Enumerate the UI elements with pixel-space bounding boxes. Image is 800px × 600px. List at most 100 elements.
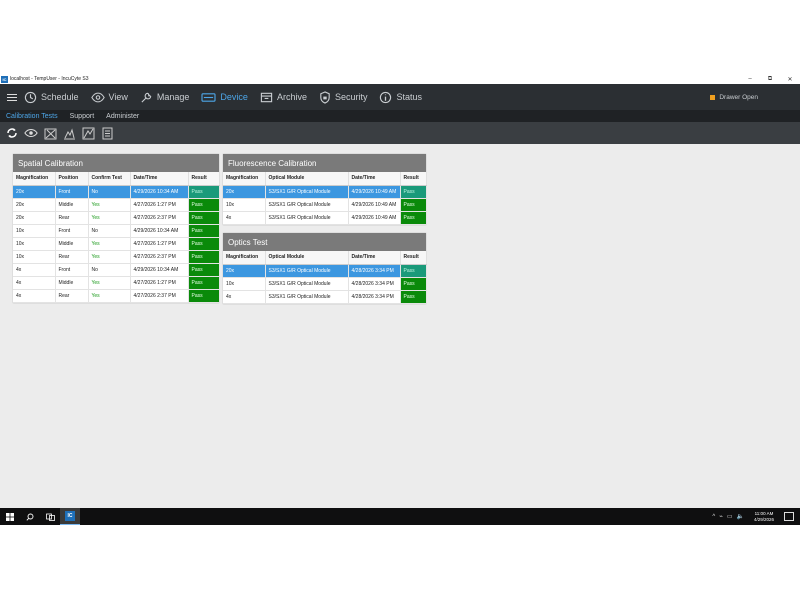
- table-cell: S3/SX1 G/R Optical Module: [265, 264, 349, 278]
- refresh-icon[interactable]: [4, 125, 20, 141]
- nav-schedule-label: Schedule: [41, 92, 79, 102]
- fluorescence-calibration-icon[interactable]: [61, 125, 77, 141]
- table-cell: Yes: [88, 276, 131, 290]
- clock[interactable]: 11:00 AM 4/29/2026: [754, 508, 774, 525]
- clock-date: 4/29/2026: [753, 516, 774, 522]
- fluorescence-calibration-title: Fluorescence Calibration: [223, 154, 426, 172]
- table-row[interactable]: 10x Front No 4/29/2026 10:34 AM Pass: [13, 224, 220, 238]
- table-cell: 4/27/2026 2:37 PM: [130, 250, 189, 264]
- tray-overflow-icon[interactable]: ^: [712, 514, 715, 520]
- result-cell: Pass: [188, 185, 220, 199]
- table-row[interactable]: 4x Front No 4/29/2026 10:34 AM Pass: [13, 263, 220, 277]
- drawer-status-indicator: [710, 94, 716, 100]
- minimize-button[interactable]: –: [740, 74, 760, 84]
- nav-archive[interactable]: Archive: [260, 84, 307, 110]
- column-header[interactable]: Optical Module: [265, 172, 349, 186]
- nav-security[interactable]: Security: [319, 84, 367, 110]
- table-cell: Yes: [88, 289, 131, 303]
- nav-manage[interactable]: Manage: [140, 84, 190, 110]
- nav-schedule[interactable]: Schedule: [24, 84, 79, 110]
- clock-icon: [24, 91, 37, 103]
- subnav-calibration-tests[interactable]: Calibration Tests: [6, 113, 58, 120]
- column-header[interactable]: Result: [400, 172, 427, 186]
- display-icon[interactable]: ▭: [727, 513, 733, 520]
- table-row[interactable]: 20x S3/SX1 G/R Optical Module 4/29/2026 10…: [223, 185, 427, 199]
- optics-test-title: Optics Test: [223, 233, 426, 251]
- fluorescence-calibration-panel: Fluorescence Calibration Magnification Op…: [223, 154, 427, 225]
- result-cell: Pass: [188, 289, 220, 303]
- table-cell: 4/29/2026 10:49 AM: [348, 185, 401, 199]
- table-cell: 4/27/2026 2:37 PM: [130, 211, 189, 225]
- table-row[interactable]: 10x Rear Yes 4/27/2026 2:37 PM Pass: [13, 250, 220, 264]
- table-row[interactable]: 4x S3/SX1 G/R Optical Module 4/29/2026 10:…: [223, 211, 427, 225]
- nav-manage-label: Manage: [156, 92, 190, 102]
- column-header[interactable]: Date/Time: [348, 251, 401, 265]
- table-row[interactable]: 4x S3/SX1 G/R Optical Module 4/28/2026 3:3…: [223, 290, 427, 304]
- table-cell: S3/SX1 G/R Optical Module: [265, 198, 349, 212]
- nav-view-label: View: [108, 92, 128, 102]
- restore-button[interactable]: ⧉: [760, 74, 780, 84]
- column-header[interactable]: Date/Time: [348, 172, 401, 186]
- table-row[interactable]: 10x S3/SX1 G/R Optical Module 4/28/2026 3:…: [223, 277, 427, 291]
- report-icon[interactable]: [99, 125, 115, 141]
- table-row[interactable]: 20x Middle Yes 4/27/2026 1:27 PM Pass: [13, 198, 220, 212]
- nav-device[interactable]: Device: [201, 84, 248, 110]
- search-icon[interactable]: [20, 508, 40, 525]
- column-header[interactable]: Result: [188, 172, 220, 186]
- volume-icon[interactable]: 🔈: [737, 513, 744, 520]
- table-cell: 4x: [223, 211, 266, 225]
- task-view-icon[interactable]: [40, 508, 60, 525]
- table-cell: Rear: [55, 289, 89, 303]
- column-header[interactable]: Position: [55, 172, 89, 186]
- result-cell: Pass: [400, 277, 427, 291]
- table-cell: Front: [55, 224, 89, 238]
- hamburger-menu-icon[interactable]: [0, 84, 24, 110]
- nav-view[interactable]: View: [90, 84, 128, 110]
- table-cell: 4/27/2026 1:27 PM: [130, 198, 189, 212]
- network-icon[interactable]: ⌁: [719, 513, 723, 520]
- notification-icon[interactable]: [784, 512, 794, 521]
- column-header[interactable]: Optical Module: [265, 251, 349, 265]
- column-header[interactable]: Date/Time: [130, 172, 189, 186]
- column-header[interactable]: Magnification: [223, 172, 266, 186]
- table-cell: S3/SX1 G/R Optical Module: [265, 185, 349, 199]
- optics-test-icon[interactable]: [80, 125, 96, 141]
- windows-start-icon[interactable]: [0, 508, 20, 525]
- table-cell: 20x: [13, 185, 56, 199]
- table-row[interactable]: 20x S3/SX1 G/R Optical Module 4/28/2026 3:…: [223, 264, 427, 278]
- table-row[interactable]: 20x Rear Yes 4/27/2026 2:37 PM Pass: [13, 211, 220, 225]
- table-row[interactable]: 4x Middle Yes 4/27/2026 1:27 PM Pass: [13, 276, 220, 290]
- result-cell: Pass: [188, 224, 220, 238]
- subnav-administer[interactable]: Administer: [106, 113, 139, 120]
- table-cell: 4/29/2026 10:34 AM: [130, 224, 189, 238]
- window-title: localhost - TempUser - IncuCyte S3: [10, 76, 89, 82]
- table-cell: 10x: [223, 198, 266, 212]
- column-header[interactable]: Magnification: [13, 172, 56, 186]
- result-cell: Pass: [188, 211, 220, 225]
- close-button[interactable]: ✕: [780, 74, 800, 84]
- table-row[interactable]: 10x S3/SX1 G/R Optical Module 4/29/2026 10…: [223, 198, 427, 212]
- table-row[interactable]: 20x Front No 4/29/2026 10:34 AM Pass: [13, 185, 220, 199]
- taskbar: IC ^ ⌁ ▭ 🔈 11:00 AM 4/29/2026: [0, 508, 800, 525]
- table-row[interactable]: 4x Rear Yes 4/27/2026 2:37 PM Pass: [13, 289, 220, 303]
- table-row[interactable]: 10x Middle Yes 4/27/2026 1:27 PM Pass: [13, 237, 220, 251]
- column-header[interactable]: Confirm Test: [88, 172, 131, 186]
- incucyte-taskbar-app[interactable]: IC: [60, 508, 80, 525]
- eye-icon[interactable]: [23, 125, 39, 141]
- table-cell: 4/28/2026 3:34 PM: [348, 277, 401, 291]
- table-cell: S3/SX1 G/R Optical Module: [265, 211, 349, 225]
- spatial-calibration-table: Magnification Position Confirm Test Date/Ti…: [13, 172, 220, 303]
- table-cell: Front: [55, 263, 89, 277]
- table-cell: 4/27/2026 1:27 PM: [130, 237, 189, 251]
- spatial-calibration-icon[interactable]: [42, 125, 58, 141]
- table-cell: No: [88, 263, 131, 277]
- subnav-support[interactable]: Support: [70, 113, 95, 120]
- result-cell: Pass: [188, 263, 220, 277]
- column-header[interactable]: Magnification: [223, 251, 266, 265]
- result-cell: Pass: [188, 250, 220, 264]
- table-cell: 4x: [223, 290, 266, 304]
- table-cell: 4x: [13, 276, 56, 290]
- column-header[interactable]: Result: [400, 251, 427, 265]
- optics-test-table: Magnification Optical Module Date/Time Resu…: [223, 251, 427, 304]
- nav-status[interactable]: Status: [379, 84, 422, 110]
